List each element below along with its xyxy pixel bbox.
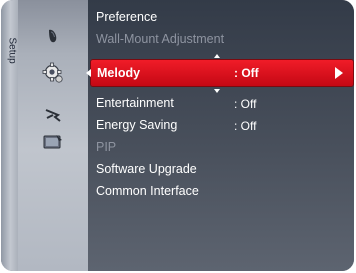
menu-item-value: : Off (234, 66, 259, 80)
setup-tab-label: Setup (6, 37, 18, 64)
setup-tab[interactable]: Setup (1, 0, 18, 271)
menu-item-label: Common Interface (96, 184, 199, 198)
menu-item-label: Entertainment (96, 96, 174, 110)
menu-item-label: Software Upgrade (96, 162, 197, 176)
category-icon-column (18, 0, 88, 271)
menu-item-melody[interactable]: Melody : Off (86, 60, 353, 86)
menu-item-energy-saving[interactable]: Energy Saving (96, 118, 177, 132)
setup-menu-list: Preference Wall-Mount Adjustment Melody … (86, 0, 354, 271)
selection-pointer-icon (86, 69, 91, 77)
setup-gear-icon[interactable] (41, 62, 65, 84)
picture-icon[interactable] (43, 27, 63, 45)
menu-item-label: Melody (97, 66, 141, 80)
menu-item-value: : Off (234, 119, 257, 133)
menu-item-software-upgrade[interactable]: Software Upgrade (96, 162, 197, 176)
menu-item-wall-mount-adjustment: Wall-Mount Adjustment (96, 32, 224, 46)
setup-tab-label-wrap: Setup (4, 37, 18, 78)
menu-item-value: : Off (234, 97, 257, 111)
scroll-down-indicator (214, 89, 220, 93)
arrow-right-icon[interactable] (335, 67, 343, 79)
scroll-up-indicator (214, 54, 220, 58)
menu-item-label: Preference (96, 10, 158, 24)
menu-item-label: Wall-Mount Adjustment (96, 32, 225, 46)
application-icon[interactable] (42, 133, 64, 151)
setup-menu-window: Setup Preference Wall-Mount Adjustment M… (1, 0, 354, 271)
menu-item-preference[interactable]: Preference (96, 10, 157, 24)
menu-item-common-interface[interactable]: Common Interface (96, 184, 199, 198)
menu-item-entertainment[interactable]: Entertainment (96, 96, 174, 110)
input-antenna-icon[interactable] (43, 106, 63, 124)
menu-item-label: PIP (96, 140, 117, 154)
menu-item-label: Energy Saving (96, 118, 178, 132)
menu-item-pip: PIP (96, 140, 116, 154)
